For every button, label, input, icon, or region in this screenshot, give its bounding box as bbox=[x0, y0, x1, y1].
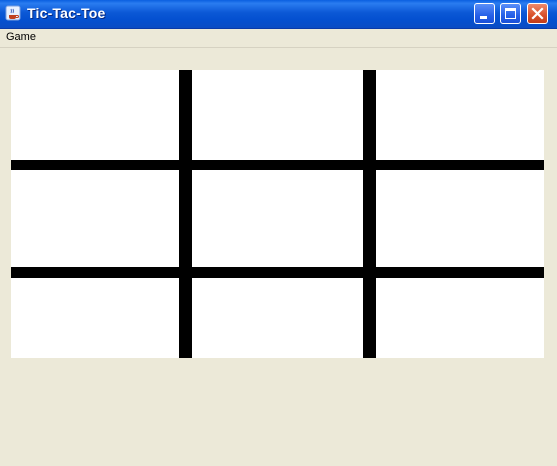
game-board bbox=[11, 70, 544, 358]
java-coffee-icon[interactable] bbox=[5, 5, 21, 21]
menu-bar: Game bbox=[0, 29, 557, 48]
grid-line-vertical-2 bbox=[363, 70, 376, 358]
maximize-icon bbox=[505, 8, 516, 19]
close-button[interactable] bbox=[527, 3, 548, 24]
board-cell-0-0[interactable] bbox=[11, 70, 179, 160]
board-cell-1-0[interactable] bbox=[11, 170, 179, 267]
menu-game[interactable]: Game bbox=[6, 31, 36, 43]
grid-line-horizontal-1 bbox=[11, 160, 544, 170]
title-bar[interactable]: Tic-Tac-Toe bbox=[0, 0, 557, 29]
grid-line-vertical-1 bbox=[179, 70, 192, 358]
board-cell-2-0[interactable] bbox=[11, 278, 179, 358]
board-cell-0-1[interactable] bbox=[192, 70, 363, 160]
window-title: Tic-Tac-Toe bbox=[27, 5, 106, 21]
maximize-button[interactable] bbox=[500, 3, 521, 24]
board-cell-1-2[interactable] bbox=[376, 170, 544, 267]
grid-line-horizontal-2 bbox=[11, 267, 544, 278]
board-cell-2-1[interactable] bbox=[192, 278, 363, 358]
board-cell-2-2[interactable] bbox=[376, 278, 544, 358]
minimize-button[interactable] bbox=[474, 3, 495, 24]
board-cell-1-1[interactable] bbox=[192, 170, 363, 267]
close-icon bbox=[531, 7, 544, 20]
minimize-icon bbox=[480, 16, 487, 19]
board-cell-0-2[interactable] bbox=[376, 70, 544, 160]
